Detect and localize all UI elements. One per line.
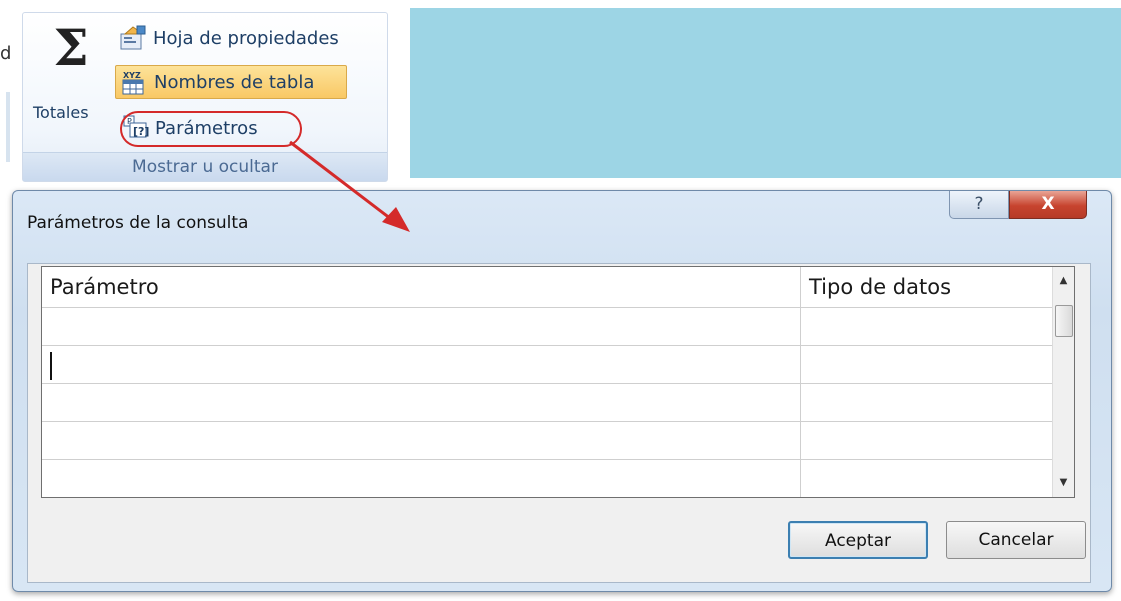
annotation-arrow-head xyxy=(382,207,410,232)
annotation-arrow-line xyxy=(289,140,396,224)
annotation-arrow xyxy=(289,140,410,232)
